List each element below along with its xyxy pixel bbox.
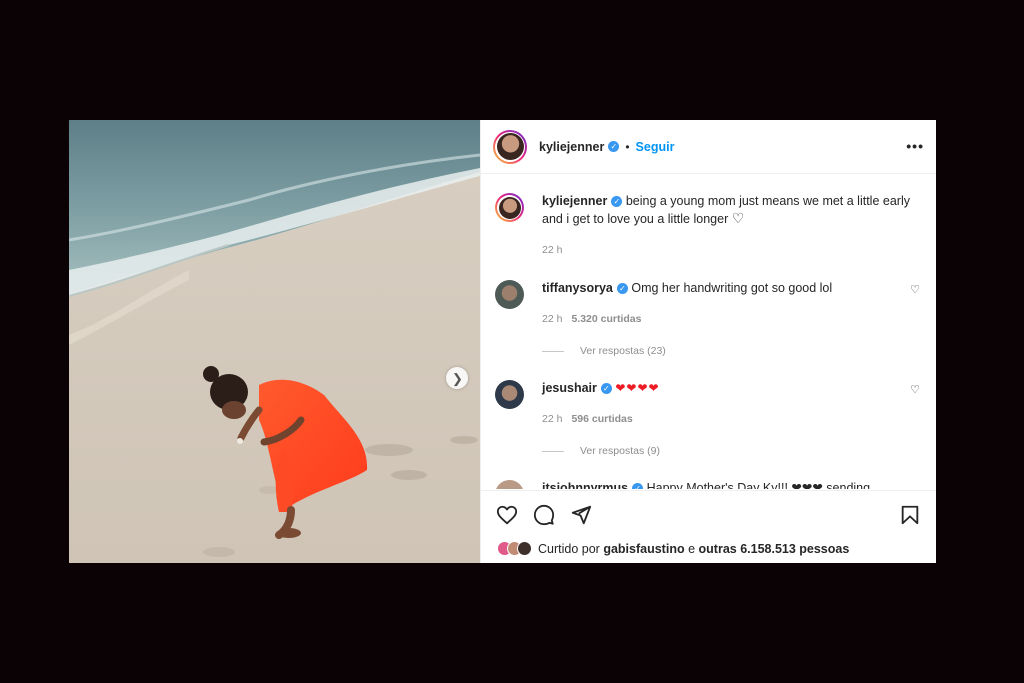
- comments-list[interactable]: kyliejenner ✓ being a young mom just mean…: [481, 175, 936, 489]
- like-comment-heart-icon[interactable]: ♡: [910, 383, 920, 396]
- commenter-avatar[interactable]: [495, 480, 524, 489]
- paper-plane-icon[interactable]: [570, 504, 592, 526]
- caption-avatar[interactable]: [495, 193, 524, 222]
- liked-by-avatars: [497, 541, 532, 556]
- comment-text: Happy Mother's Day Ky!!! ❤❤❤ sending: [646, 481, 871, 489]
- liked-by-others[interactable]: outras 6.158.513 pessoas: [699, 542, 850, 556]
- comment-text: ❤❤❤❤: [615, 381, 660, 395]
- verified-badge-icon: ✓: [632, 483, 644, 489]
- comment-username[interactable]: jesushair: [542, 381, 597, 395]
- commenter-avatar[interactable]: [495, 380, 524, 409]
- comment-username[interactable]: itsjohnnyrmus: [542, 481, 628, 489]
- verified-badge-icon: ✓: [616, 283, 628, 295]
- author-username[interactable]: kyliejenner: [539, 140, 604, 154]
- caption-text-block: kyliejenner ✓ being a young mom just mean…: [542, 193, 916, 228]
- comment-time: 22 h: [542, 313, 563, 325]
- caption-username[interactable]: kyliejenner: [542, 194, 607, 208]
- commenter-avatar[interactable]: [495, 280, 524, 309]
- view-replies-label: Ver respostas (9): [580, 445, 660, 457]
- view-replies[interactable]: Ver respostas (9): [542, 445, 660, 457]
- view-replies[interactable]: Ver respostas (23): [542, 345, 666, 357]
- caption-time: 22 h: [542, 244, 563, 256]
- follow-button[interactable]: Seguir: [636, 140, 675, 154]
- liked-by-user[interactable]: gabisfaustino: [603, 542, 684, 556]
- comment-meta: 22 h 5.320 curtidas: [542, 313, 641, 325]
- post-photo[interactable]: ❯: [69, 120, 480, 563]
- post-header: kyliejenner ✓ • Seguir •••: [481, 120, 936, 174]
- beach-photo: [69, 120, 480, 563]
- verified-badge-icon: ✓: [611, 196, 623, 208]
- heart-icon[interactable]: [496, 504, 518, 526]
- caption-emoji: ♡: [731, 210, 745, 226]
- post-sidebar: kyliejenner ✓ • Seguir ••• kyliejenner ✓ …: [480, 120, 936, 563]
- comment-username[interactable]: tiffanysorya: [542, 281, 613, 295]
- comment-likes[interactable]: 596 curtidas: [571, 413, 632, 425]
- comment-text-block: jesushair ✓ ❤❤❤❤: [542, 380, 904, 397]
- liked-by-prefix: Curtido por: [538, 541, 600, 556]
- verified-badge-icon: ✓: [608, 141, 620, 152]
- bookmark-icon[interactable]: [899, 504, 921, 526]
- liked-by: Curtido por gabisfaustino e outras 6.158…: [497, 541, 849, 556]
- view-replies-label: Ver respostas (23): [580, 345, 666, 357]
- comment-text-block: tiffanysorya ✓ Omg her handwriting got so…: [542, 280, 904, 297]
- comment-likes[interactable]: 5.320 curtidas: [571, 313, 641, 325]
- instagram-post: ❯ kyliejenner ✓ • Seguir ••• kyliejenner…: [69, 120, 936, 563]
- liked-by-mid: e: [688, 541, 696, 556]
- separator-dot: •: [625, 139, 630, 154]
- comment-time: 22 h: [542, 413, 563, 425]
- comment-text: Omg her handwriting got so good lol: [631, 281, 833, 295]
- action-bar: Curtido por gabisfaustino e outras 6.158…: [481, 490, 936, 563]
- comment-meta: 22 h 596 curtidas: [542, 413, 633, 425]
- next-photo-button[interactable]: ❯: [446, 367, 468, 389]
- comment-text-block: itsjohnnyrmus ✓ Happy Mother's Day Ky!!! …: [542, 480, 904, 489]
- verified-badge-icon: ✓: [600, 383, 612, 395]
- author-avatar[interactable]: [493, 129, 527, 164]
- chevron-right-icon: ❯: [452, 370, 463, 386]
- more-options-icon[interactable]: •••: [906, 138, 924, 154]
- mini-avatar: [517, 541, 532, 556]
- comment-icon[interactable]: [533, 504, 555, 526]
- like-comment-heart-icon[interactable]: ♡: [910, 283, 920, 296]
